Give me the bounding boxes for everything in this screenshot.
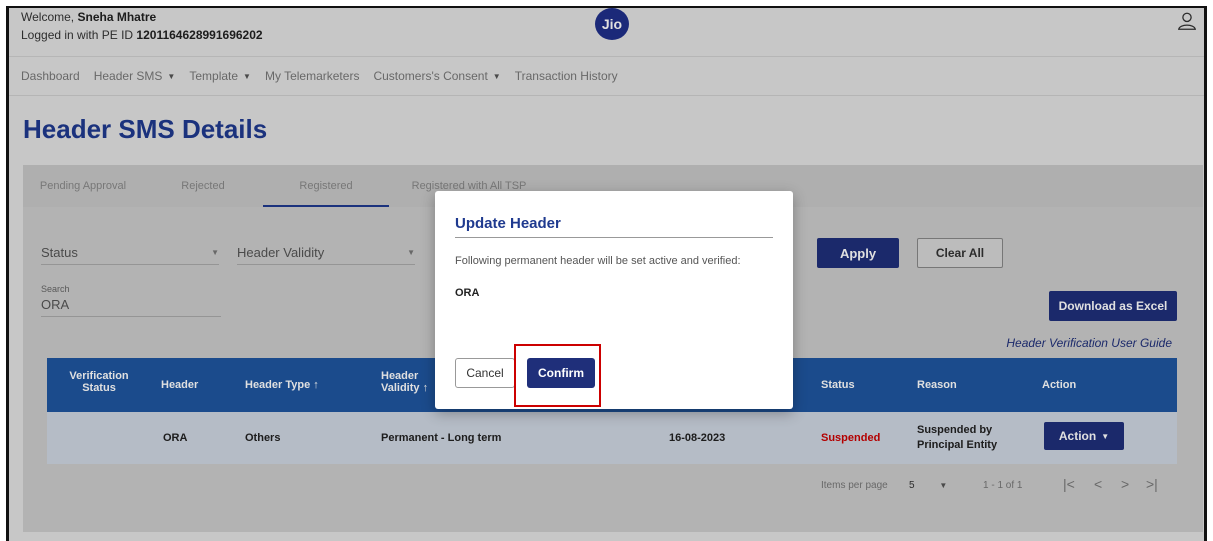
app-window: Welcome, Sneha Mhatre Logged in with PE … [6,6,1207,541]
dialog-title: Update Header [455,215,561,232]
update-header-dialog: Update Header Following permanent header… [435,191,793,409]
confirm-highlight-box [514,344,601,407]
dialog-header-value: ORA [455,287,480,299]
dialog-divider [455,237,773,238]
cancel-button[interactable]: Cancel [455,358,515,388]
dialog-message: Following permanent header will be set a… [455,255,741,267]
